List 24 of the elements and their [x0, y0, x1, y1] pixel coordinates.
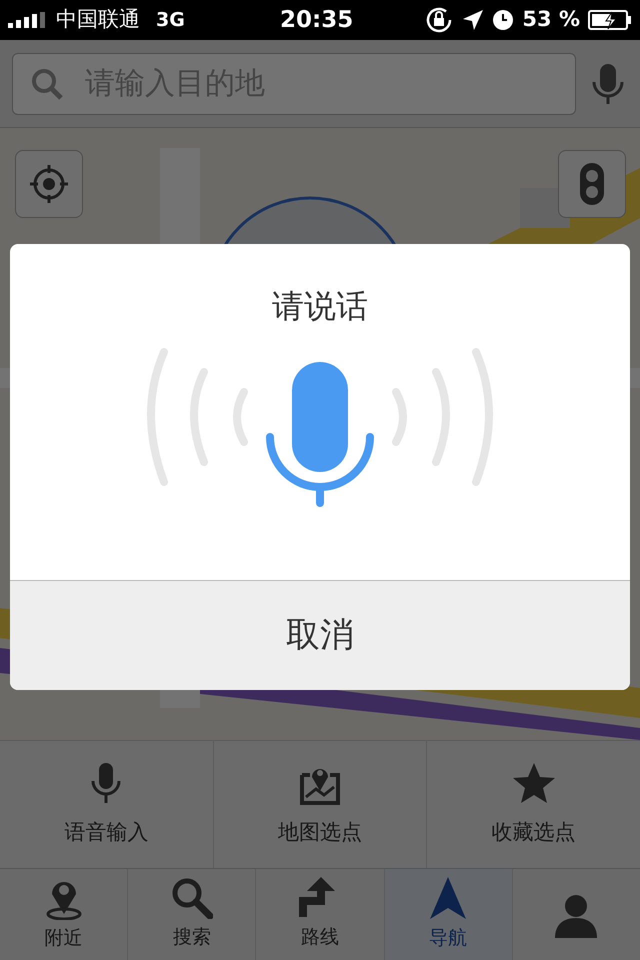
battery-percent: 53 %: [522, 6, 580, 34]
location-arrow-icon: [462, 9, 484, 31]
quick-action-button[interactable]: 语音输入: [0, 741, 213, 868]
clock-icon: [492, 9, 514, 31]
tab[interactable]: 附近: [0, 869, 128, 960]
carrier-name: 中国联通: [56, 6, 140, 34]
cancel-button[interactable]: 取消: [10, 580, 630, 690]
search-icon: [170, 877, 213, 920]
navigation-arrow-icon: [428, 876, 468, 920]
signal-icon: [8, 10, 48, 30]
clock-time: 20:35: [279, 6, 354, 35]
locate-button[interactable]: [15, 150, 83, 218]
search-icon: [30, 66, 64, 100]
network-type: 3G: [156, 8, 185, 33]
tab[interactable]: 导航: [384, 869, 512, 960]
star-icon: [512, 760, 556, 805]
tab[interactable]: 路线: [255, 869, 384, 960]
locate-icon: [28, 163, 70, 205]
microphone-icon: [89, 760, 124, 805]
battery-icon: [588, 9, 632, 31]
dialog-title: 请说话: [271, 286, 369, 327]
traffic-button[interactable]: [558, 150, 626, 218]
traffic-light-icon: [579, 162, 605, 206]
tab[interactable]: 搜索: [127, 869, 256, 960]
